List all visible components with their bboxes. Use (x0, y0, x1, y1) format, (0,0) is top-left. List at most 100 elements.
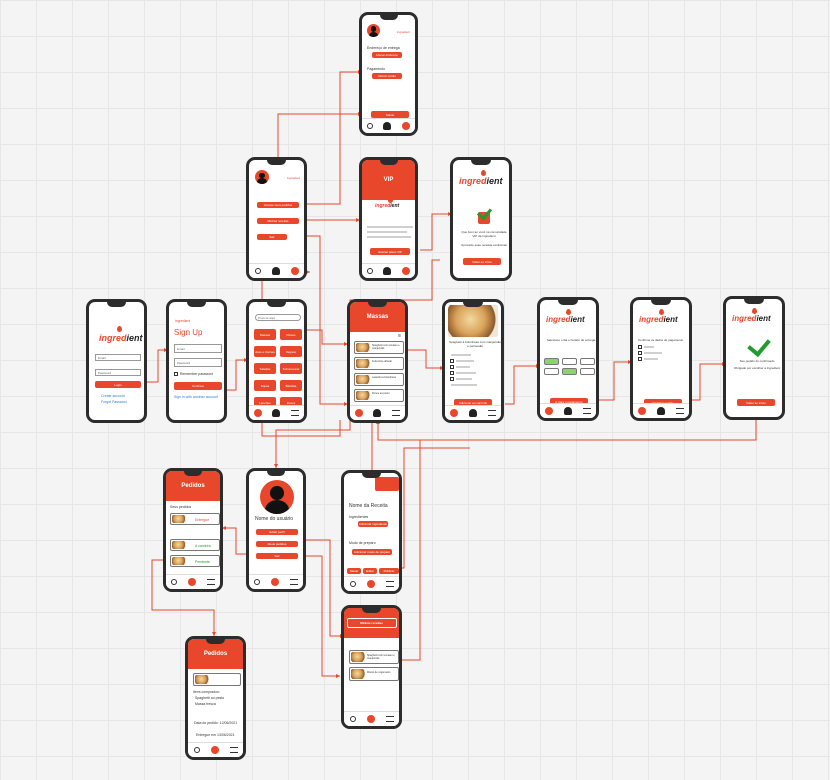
vip-button[interactable]: Assinar plano VIP (370, 248, 410, 255)
my-orders-button[interactable]: Meus pedidos (256, 541, 298, 547)
recipe-thumbnail (356, 375, 370, 384)
order-card[interactable]: Entregue (170, 513, 220, 525)
menu-icon[interactable] (229, 747, 238, 753)
recipe-title: Spaghetti à bolonhesa com manjericão e p… (449, 340, 501, 348)
search-icon[interactable] (367, 123, 374, 129)
menu-icon[interactable] (675, 408, 684, 414)
recipe-photo (448, 305, 498, 337)
address-button[interactable]: Alterar endereço (372, 52, 402, 58)
menu-icon[interactable] (385, 716, 394, 722)
email-field[interactable]: Email (174, 344, 222, 353)
menu-icon[interactable] (385, 581, 394, 587)
screen-settings: ingredient Endereço de entrega Alterar e… (359, 12, 418, 136)
edit-profile-button[interactable]: Editar perfil (256, 529, 298, 535)
recipe-card[interactable]: Spaghetti com tomates e manjericão (354, 341, 404, 354)
menu-icon[interactable] (401, 267, 410, 275)
user-icon[interactable] (210, 746, 219, 754)
menu-icon[interactable] (391, 410, 400, 416)
menu-icon[interactable] (487, 410, 496, 416)
payment-button[interactable]: Alterar cartão (372, 73, 402, 79)
create-account-link[interactable]: Create account (101, 394, 125, 398)
menu-icon[interactable] (290, 410, 299, 416)
search-icon[interactable] (450, 409, 459, 417)
photo-upload[interactable] (375, 477, 399, 491)
category-button[interactable]: Aves e Carnes (254, 346, 276, 357)
user-icon[interactable] (366, 715, 375, 723)
menu-icon[interactable] (401, 122, 410, 130)
user-icon[interactable] (468, 409, 477, 417)
recipe-card[interactable]: Spaghetti com tomates e manjericão (349, 650, 399, 664)
search-icon[interactable] (638, 407, 647, 415)
search-icon[interactable] (349, 581, 356, 587)
time-option[interactable] (580, 368, 595, 375)
orders-button[interactable]: Acesse seus pedidos (257, 202, 299, 208)
user-icon[interactable] (383, 267, 392, 275)
my-recipes-button[interactable]: Minhas receitas (257, 218, 299, 224)
login-button[interactable]: Login (95, 381, 141, 388)
category-button[interactable]: Saladas (254, 363, 276, 374)
order-card[interactable]: A caminho (170, 539, 220, 551)
menu-icon[interactable] (582, 408, 591, 414)
filter-icon[interactable]: ☰ (398, 334, 401, 338)
search-icon[interactable] (193, 747, 200, 753)
user-icon[interactable] (656, 407, 665, 415)
recipe-card[interactable]: Fettuccine alfredo (354, 357, 404, 370)
date-option[interactable] (580, 358, 595, 365)
logout-button[interactable]: Sair (256, 553, 298, 559)
category-button[interactable]: Massas (254, 329, 276, 340)
remember-checkbox[interactable] (174, 372, 178, 376)
search-icon[interactable] (254, 409, 263, 417)
user-icon[interactable] (272, 409, 281, 417)
search-icon[interactable] (254, 579, 261, 585)
user-icon[interactable] (270, 578, 279, 586)
email-field[interactable]: Email (95, 354, 141, 361)
user-icon[interactable] (373, 409, 382, 417)
time-option[interactable] (562, 368, 577, 375)
add-ingredient-button[interactable]: Adicionar ingrediente (358, 521, 388, 527)
category-button[interactable]: Sobremesas (280, 363, 302, 374)
signin-link[interactable]: Sign in with another account (174, 395, 218, 399)
category-button[interactable]: Bebidas (280, 380, 302, 391)
brand-logo: ingredient (459, 176, 503, 186)
time-option[interactable] (544, 368, 559, 375)
menu-icon[interactable] (289, 579, 298, 585)
home-button[interactable]: Voltar ao início (737, 399, 775, 406)
save-tab[interactable]: Salvar (347, 568, 361, 574)
date-option[interactable] (544, 358, 559, 365)
search-icon[interactable] (171, 579, 178, 585)
continue-button[interactable]: Continue (174, 382, 222, 390)
add-method-button[interactable]: Adicionar modo de preparo (352, 549, 392, 555)
search-icon[interactable] (349, 716, 356, 722)
search-icon[interactable] (367, 268, 374, 274)
category-button[interactable]: Vegano (280, 346, 302, 357)
search-input[interactable]: Procure aqui (255, 314, 301, 321)
category-button[interactable]: Sopas (254, 380, 276, 391)
category-button[interactable]: Peixes (280, 329, 302, 340)
search-icon[interactable] (545, 407, 554, 415)
search-icon[interactable] (355, 409, 364, 417)
forgot-password-link[interactable]: Forgot Password (101, 400, 127, 404)
menu-icon[interactable] (206, 579, 215, 585)
user-icon[interactable] (366, 580, 375, 588)
recipe-card[interactable]: Penne ao pesto (354, 389, 404, 402)
recipe-card[interactable]: Lasanha à bolonhesa (354, 373, 404, 386)
publish-tab[interactable]: Publicar (379, 568, 399, 574)
save-button[interactable]: Salvar (371, 111, 409, 118)
edit-tab[interactable]: Editar (363, 568, 377, 574)
user-icon[interactable] (563, 407, 572, 415)
search-icon[interactable] (254, 268, 261, 274)
recipe-card[interactable]: Risoto de cogumelos (349, 667, 399, 681)
order-card[interactable] (193, 673, 241, 686)
user-icon[interactable] (187, 578, 196, 586)
user-icon[interactable] (383, 122, 392, 130)
bottom-nav (540, 403, 596, 418)
menu-icon[interactable] (290, 267, 299, 275)
logout-button[interactable]: Sair (257, 234, 287, 240)
order-card[interactable]: Pendente (170, 555, 220, 567)
screen-new-recipe: Nome da Receita Ingredientes Adicionar i… (341, 470, 402, 594)
password-field[interactable]: Password (174, 358, 222, 367)
password-field[interactable]: Password (95, 369, 141, 376)
date-option[interactable] (562, 358, 577, 365)
home-button[interactable]: Voltar ao início (463, 258, 501, 265)
user-icon[interactable] (271, 267, 280, 275)
